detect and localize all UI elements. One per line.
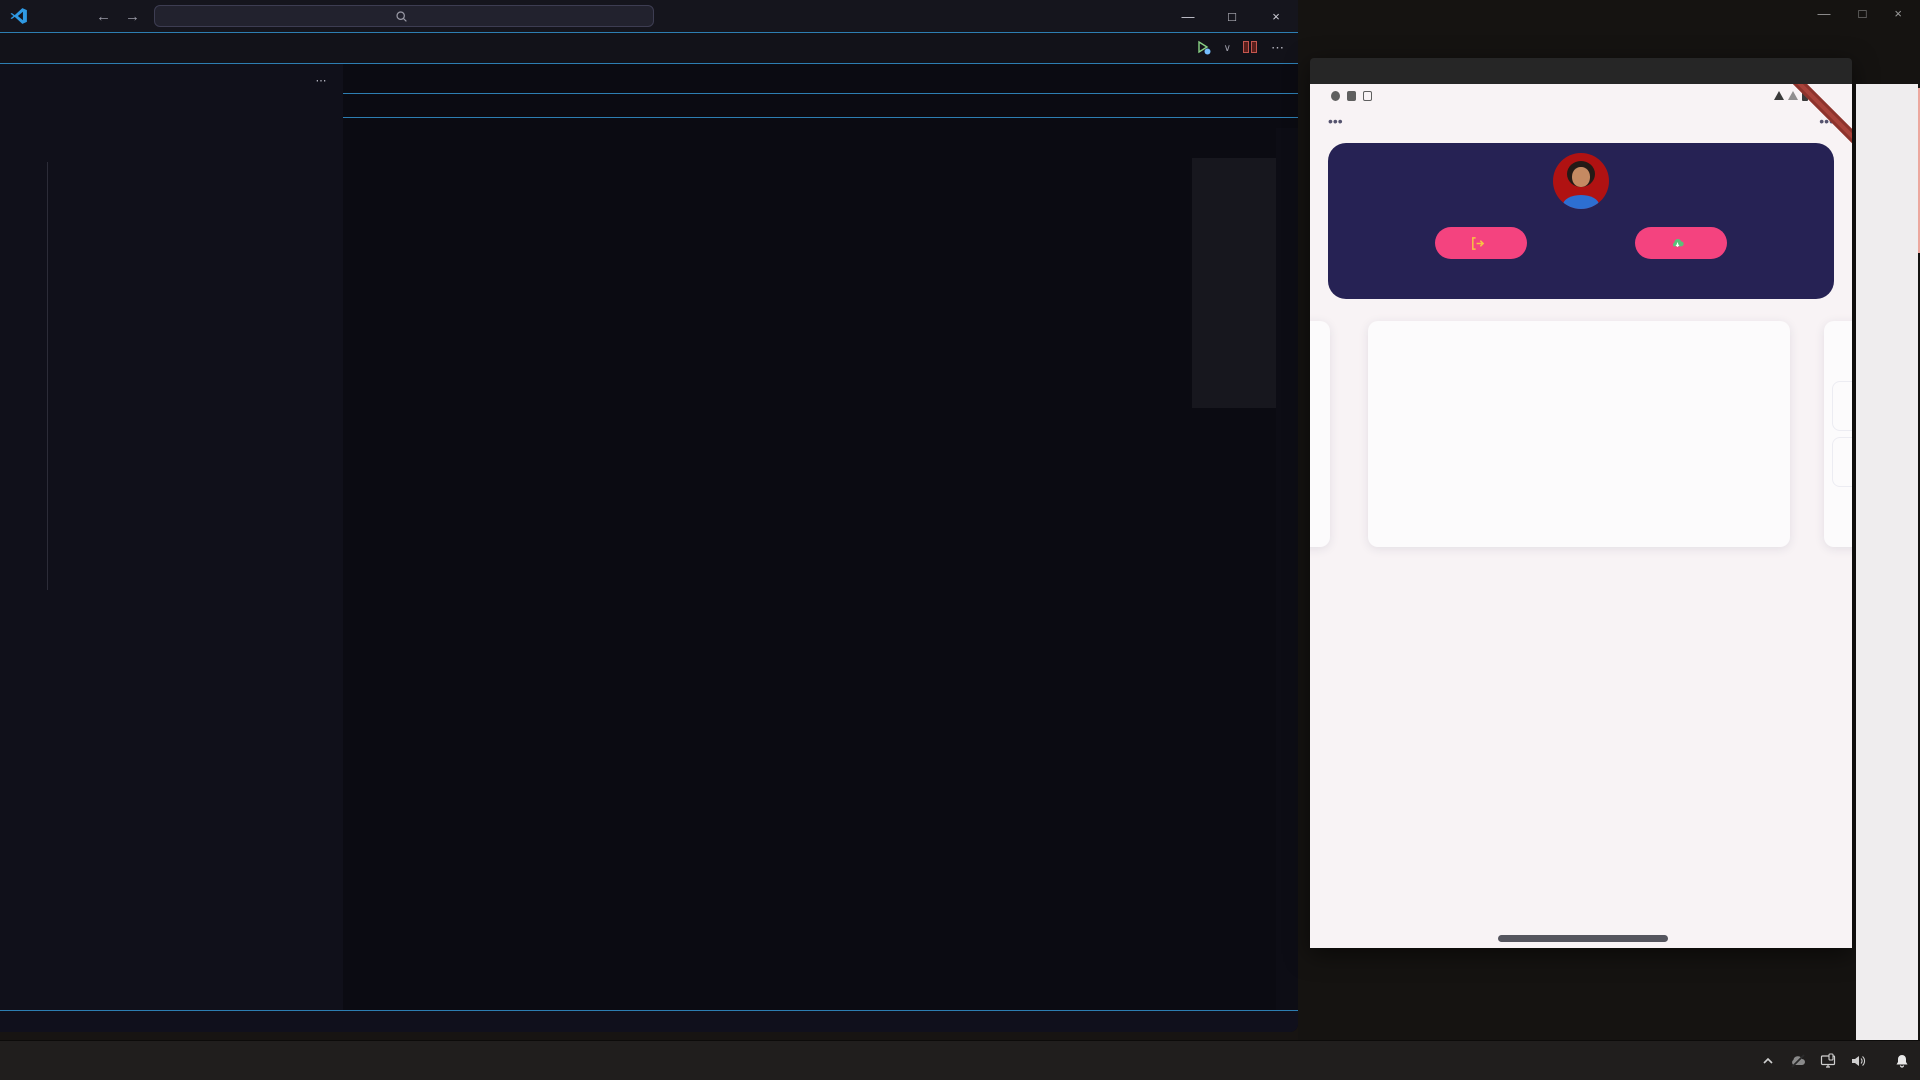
wifi-icon (1774, 91, 1784, 100)
statistics-card (1368, 321, 1790, 547)
split-editor-icon[interactable] (1243, 41, 1259, 56)
sync-button[interactable] (1635, 227, 1727, 259)
gesture-bar[interactable] (1498, 935, 1668, 942)
titlebar: ← → — □ × (0, 0, 1298, 33)
system-tray (1760, 1053, 1910, 1069)
status-bar (0, 1010, 1298, 1032)
more-actions-icon[interactable]: ⋯ (1271, 40, 1284, 56)
volume-icon[interactable] (1850, 1053, 1866, 1069)
search-icon (395, 10, 408, 23)
avatar (1553, 153, 1609, 209)
activity-tab-bar: ∨ ⋯ (0, 33, 1298, 64)
chevron-down-icon[interactable]: ∨ (1224, 43, 1231, 54)
logout-icon (1470, 236, 1485, 251)
nav-back-icon[interactable]: ← (96, 8, 111, 25)
emulator-titlebar[interactable] (1310, 58, 1852, 84)
activity-bar (0, 33, 343, 63)
carousel-prev-card[interactable] (1310, 321, 1330, 547)
nav-arrows: ← → (96, 8, 140, 25)
shield-icon (1331, 91, 1340, 101)
vscode-logo-icon (10, 7, 28, 25)
taskbar (0, 1040, 1920, 1080)
window-controls: — □ × (1166, 0, 1298, 32)
run-debug-icon[interactable] (1196, 40, 1212, 56)
close-icon[interactable]: × (1894, 6, 1902, 21)
code-editor[interactable] (343, 64, 1298, 1010)
statistics-carousel[interactable] (1310, 319, 1852, 551)
onedrive-paused-icon[interactable] (1790, 1053, 1806, 1069)
breadcrumb[interactable] (343, 64, 1298, 94)
close-button[interactable]: × (1254, 0, 1298, 32)
android-status-bar (1310, 84, 1852, 101)
battery-app-icon (1347, 91, 1356, 101)
signal-icon (1788, 91, 1798, 100)
user-card (1328, 143, 1834, 299)
explorer-sidebar: ⋯ (0, 64, 343, 1010)
background-window-controls: — □ × (1818, 6, 1902, 21)
explorer-more-icon[interactable]: ⋯ (316, 74, 328, 87)
cloud-sync-icon (1670, 236, 1685, 251)
menu-dots-left-icon[interactable]: ••• (1328, 113, 1368, 129)
app-bar: ••• ••• (1310, 101, 1852, 129)
maximize-button[interactable]: □ (1210, 0, 1254, 32)
emulator-window: ••• ••• (1310, 58, 1852, 948)
overview-ruler[interactable] (1276, 128, 1298, 1010)
indent-guide (47, 162, 48, 590)
maximize-icon[interactable]: □ (1859, 6, 1867, 21)
minimize-icon[interactable]: — (1818, 6, 1831, 21)
vscode-window: ← → — □ × ∨ (0, 0, 1298, 1032)
editor-actions: ∨ ⋯ (1196, 33, 1298, 63)
carousel-next-card[interactable] (1824, 321, 1852, 547)
network-icon[interactable] (1820, 1053, 1836, 1069)
keluar-button[interactable] (1435, 227, 1527, 259)
sdcard-icon (1363, 91, 1372, 101)
tray-expand-icon[interactable] (1760, 1053, 1776, 1069)
emulator-toolbar (1856, 84, 1918, 1040)
minimize-button[interactable]: — (1166, 0, 1210, 32)
sticky-scroll-line[interactable] (343, 94, 1298, 118)
notification-bell-icon[interactable] (1894, 1053, 1910, 1069)
command-search-input[interactable] (154, 5, 654, 27)
minimap[interactable] (1192, 158, 1276, 1010)
screen: — □ × ← → — □ × (0, 0, 1920, 1080)
nav-forward-icon[interactable]: → (125, 8, 140, 25)
emulator-screen: ••• ••• (1310, 84, 1852, 948)
